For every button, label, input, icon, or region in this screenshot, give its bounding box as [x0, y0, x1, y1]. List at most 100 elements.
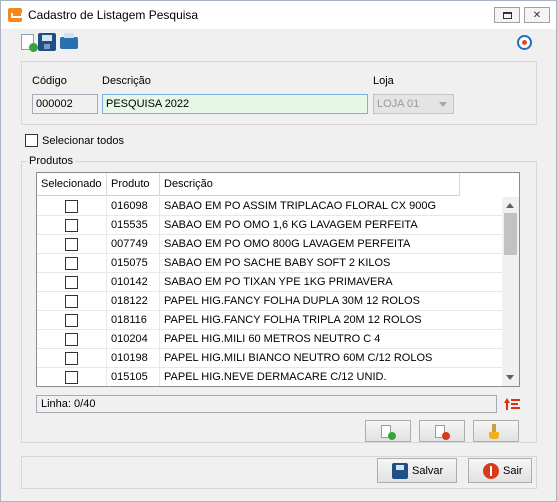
remove-product-button[interactable] — [419, 420, 465, 442]
title-bar: Cadastro de Listagem Pesquisa ✕ — [1, 1, 556, 29]
row-checkbox[interactable] — [65, 333, 78, 346]
table-body: 016098 SABAO EM PO ASSIM TRIPLACAO FLORA… — [37, 197, 503, 386]
product-code-cell: 018122 — [107, 292, 160, 311]
store-select-value: LOJA 01 — [377, 98, 420, 110]
table-row[interactable]: 018116 PAPEL HIG.FANCY FOLHA TRIPLA 20M … — [37, 311, 503, 330]
row-select-cell[interactable] — [37, 311, 107, 330]
column-header-product[interactable]: Produto — [107, 173, 160, 196]
scroll-thumb[interactable] — [504, 213, 517, 255]
main-window: Cadastro de Listagem Pesquisa ✕ Código D… — [0, 0, 557, 502]
table-header: Selecionado Produto Descrição — [37, 173, 460, 196]
product-code-cell: 016098 — [107, 197, 160, 216]
clear-button[interactable] — [473, 420, 519, 442]
products-table: Selecionado Produto Descrição 016098 SAB… — [36, 172, 520, 387]
select-all-label: Selecionar todos — [42, 134, 124, 147]
save-button-label: Salvar — [412, 464, 444, 477]
row-checkbox[interactable] — [65, 276, 78, 289]
table-row[interactable]: 010142 SABAO EM PO TIXAN YPE 1KG PRIMAVE… — [37, 273, 503, 292]
product-code-cell: 015105 — [107, 368, 160, 386]
product-code-cell: 010204 — [107, 330, 160, 349]
select-all-checkbox[interactable]: Selecionar todos — [25, 134, 124, 147]
row-select-cell[interactable] — [37, 330, 107, 349]
product-description-cell: SABAO EM PO OMO 800G LAVAGEM PERFEITA — [160, 235, 503, 254]
store-label: Loja — [373, 75, 394, 87]
table-row[interactable]: 018122 PAPEL HIG.FANCY FOLHA DUPLA 30M 1… — [37, 292, 503, 311]
row-select-cell[interactable] — [37, 368, 107, 386]
scroll-down-icon[interactable] — [506, 375, 514, 380]
row-select-cell[interactable] — [37, 349, 107, 368]
table-row[interactable]: 015535 SABAO EM PO OMO 1,6 KG LAVAGEM PE… — [37, 216, 503, 235]
window-title: Cadastro de Listagem Pesquisa — [28, 8, 199, 22]
restore-icon — [502, 11, 512, 19]
row-select-cell[interactable] — [37, 216, 107, 235]
row-checkbox[interactable] — [65, 200, 78, 213]
minus-badge-icon — [442, 432, 450, 440]
header-form-panel — [21, 61, 537, 125]
product-code-cell: 018116 — [107, 311, 160, 330]
description-field[interactable]: PESQUISA 2022 — [102, 94, 368, 114]
product-code-cell: 015535 — [107, 216, 160, 235]
column-header-selected[interactable]: Selecionado — [37, 173, 107, 196]
row-status-field: Linha: 0/40 — [36, 395, 497, 413]
app-icon — [8, 8, 23, 22]
products-group-title: Produtos — [27, 155, 76, 167]
row-select-cell[interactable] — [37, 254, 107, 273]
row-select-cell[interactable] — [37, 197, 107, 216]
sort-icon[interactable] — [504, 396, 520, 412]
save-icon[interactable] — [38, 33, 56, 51]
new-document-icon[interactable] — [21, 34, 38, 52]
description-label: Descrição — [102, 75, 151, 87]
product-description-cell: PAPEL HIG.NEVE DERMACARE C/12 UNID. — [160, 368, 503, 386]
scroll-up-icon[interactable] — [506, 203, 514, 208]
print-icon[interactable] — [60, 33, 78, 49]
table-row[interactable]: 015075 SABAO EM PO SACHE BABY SOFT 2 KIL… — [37, 254, 503, 273]
product-code-cell: 010142 — [107, 273, 160, 292]
row-checkbox[interactable] — [65, 257, 78, 270]
table-row[interactable]: 007749 SABAO EM PO OMO 800G LAVAGEM PERF… — [37, 235, 503, 254]
plus-badge-icon — [388, 432, 396, 440]
add-product-button[interactable] — [365, 420, 411, 442]
store-select[interactable]: LOJA 01 — [373, 94, 454, 114]
code-field[interactable]: 000002 — [32, 94, 98, 114]
chevron-down-icon — [439, 102, 447, 107]
column-header-description[interactable]: Descrição — [160, 173, 460, 196]
table-row[interactable]: 016098 SABAO EM PO ASSIM TRIPLACAO FLORA… — [37, 197, 503, 216]
vertical-scrollbar[interactable] — [502, 197, 519, 386]
footer-panel — [21, 456, 537, 489]
row-checkbox[interactable] — [65, 219, 78, 232]
product-code-cell: 015075 — [107, 254, 160, 273]
product-description-cell: PAPEL HIG.FANCY FOLHA TRIPLA 20M 12 ROLO… — [160, 311, 503, 330]
exit-button-label: Sair — [503, 464, 523, 477]
product-code-cell: 010198 — [107, 349, 160, 368]
exit-button[interactable]: Sair — [468, 458, 532, 483]
product-description-cell: SABAO EM PO ASSIM TRIPLACAO FLORAL CX 90… — [160, 197, 503, 216]
product-description-cell: SABAO EM PO TIXAN YPE 1KG PRIMAVERA — [160, 273, 503, 292]
product-code-cell: 007749 — [107, 235, 160, 254]
code-label: Código — [32, 75, 67, 87]
product-description-cell: PAPEL HIG.FANCY FOLHA DUPLA 30M 12 ROLOS — [160, 292, 503, 311]
restore-button[interactable] — [494, 7, 520, 23]
close-button[interactable]: ✕ — [524, 7, 550, 23]
product-description-cell: PAPEL HIG.MILI 60 METROS NEUTRO C 4 — [160, 330, 503, 349]
row-checkbox[interactable] — [65, 295, 78, 308]
row-checkbox[interactable] — [65, 352, 78, 365]
product-description-cell: PAPEL HIG.MILI BIANCO NEUTRO 60M C/12 RO… — [160, 349, 503, 368]
select-all-box[interactable] — [25, 134, 38, 147]
table-row[interactable]: 010198 PAPEL HIG.MILI BIANCO NEUTRO 60M … — [37, 349, 503, 368]
save-button[interactable]: Salvar — [377, 458, 457, 483]
row-select-cell[interactable] — [37, 273, 107, 292]
save-icon — [392, 462, 408, 479]
table-row[interactable]: 010204 PAPEL HIG.MILI 60 METROS NEUTRO C… — [37, 330, 503, 349]
window-controls: ✕ — [494, 7, 550, 23]
row-select-cell[interactable] — [37, 292, 107, 311]
product-description-cell: SABAO EM PO OMO 1,6 KG LAVAGEM PERFEITA — [160, 216, 503, 235]
row-checkbox[interactable] — [65, 371, 78, 384]
row-select-cell[interactable] — [37, 235, 107, 254]
toolbar — [21, 33, 78, 52]
table-row[interactable]: 015105 PAPEL HIG.NEVE DERMACARE C/12 UNI… — [37, 368, 503, 386]
row-checkbox[interactable] — [65, 314, 78, 327]
row-checkbox[interactable] — [65, 238, 78, 251]
product-description-cell: SABAO EM PO SACHE BABY SOFT 2 KILOS — [160, 254, 503, 273]
exit-icon — [483, 462, 499, 479]
help-icon[interactable] — [517, 35, 532, 50]
